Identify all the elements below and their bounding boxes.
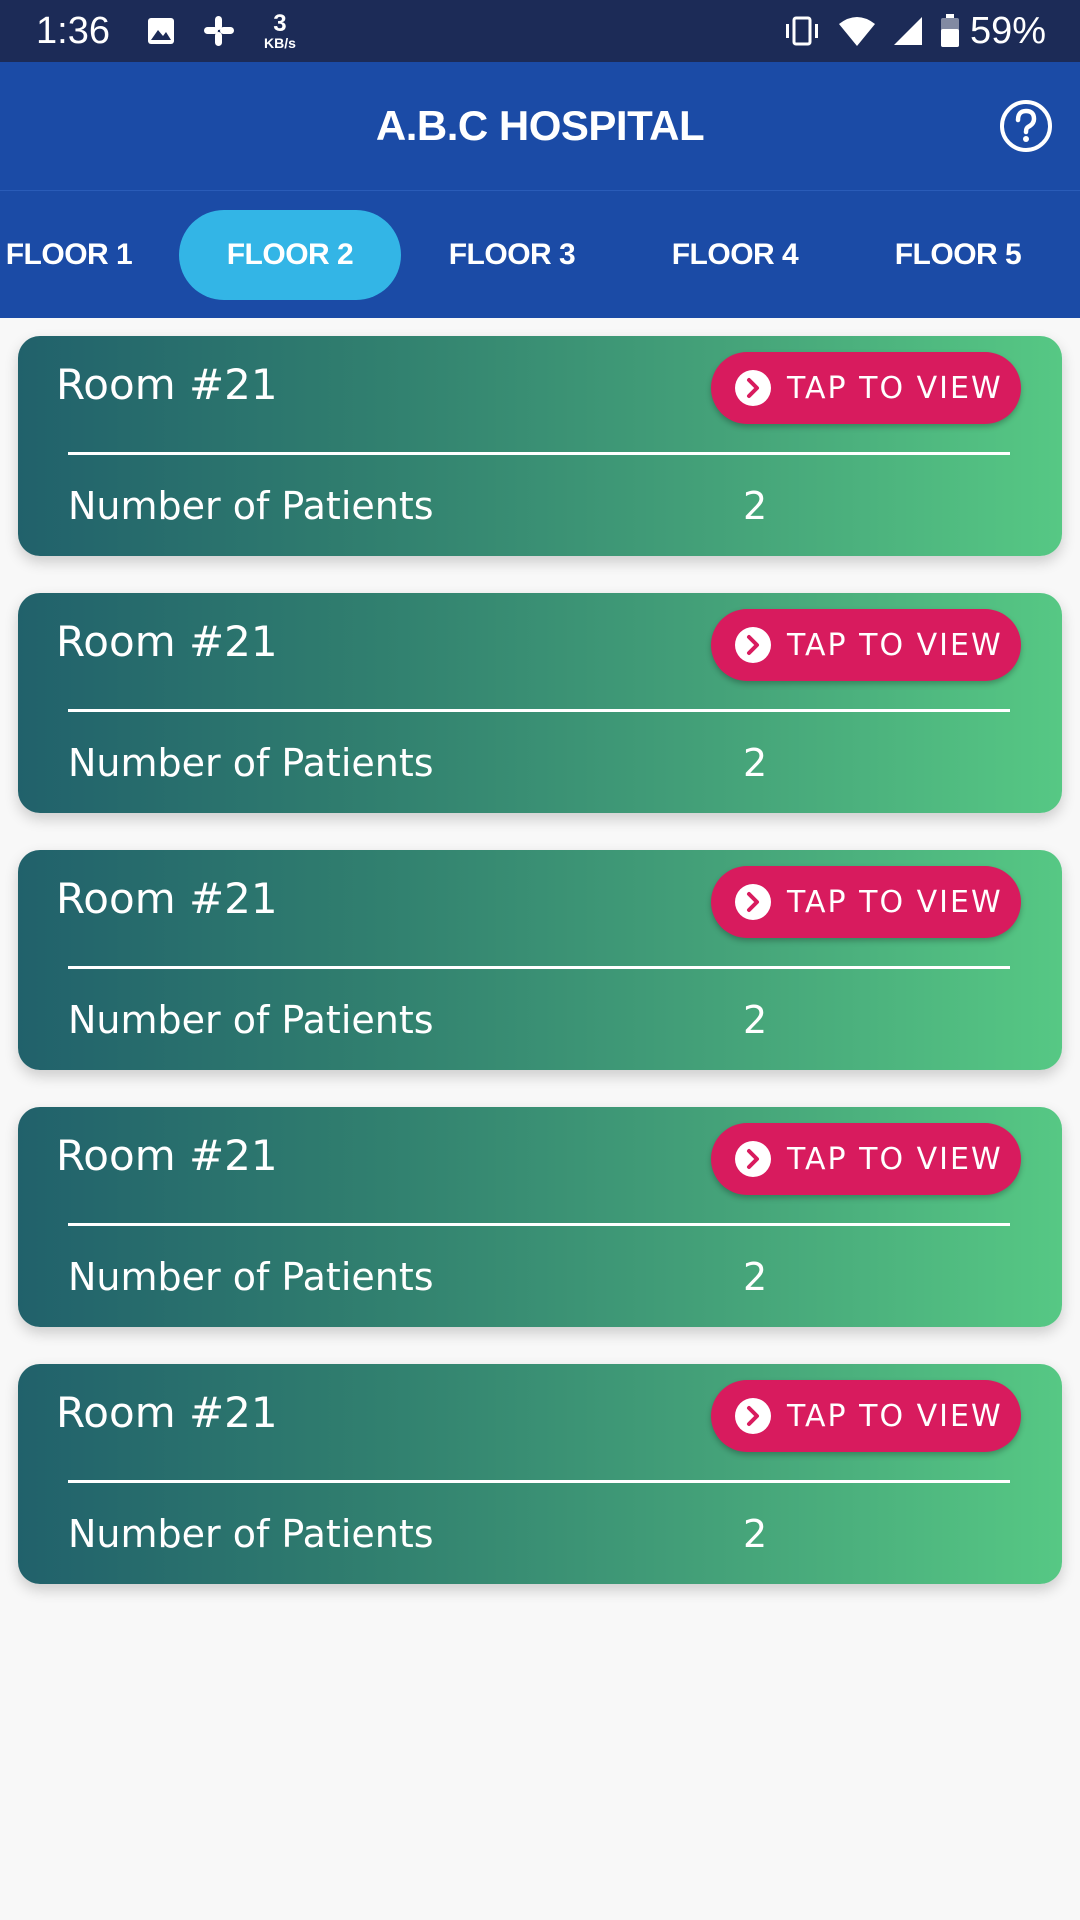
room-card: Room #21 TAP TO VIEW Number of Patients …: [18, 336, 1062, 556]
tap-to-view-button[interactable]: TAP TO VIEW: [711, 1380, 1021, 1452]
floor-tabs: FLOOR 1 FLOOR 2 FLOOR 3 FLOOR 4 FLOOR 5: [0, 190, 1080, 318]
chevron-right-circle-icon: [735, 1398, 771, 1434]
divider: [68, 709, 1010, 712]
tab-floor-5[interactable]: FLOOR 5: [847, 210, 1069, 300]
patients-label: Number of Patients: [68, 484, 434, 528]
room-title: Room #21: [56, 360, 278, 409]
chevron-right-circle-icon: [735, 1141, 771, 1177]
status-time: 1:36: [36, 9, 110, 52]
patients-label: Number of Patients: [68, 1512, 434, 1556]
room-title: Room #21: [56, 1388, 278, 1437]
divider: [68, 1480, 1010, 1483]
patients-count: 2: [743, 998, 768, 1042]
network-speed-unit: KB/s: [263, 35, 296, 51]
patients-count: 2: [743, 484, 768, 528]
battery-percent: 59%: [969, 9, 1046, 52]
chevron-right-circle-icon: [735, 370, 771, 406]
chevron-right-circle-icon: [735, 627, 771, 663]
tap-to-view-label: TAP TO VIEW: [787, 1141, 1003, 1177]
room-card: Room #21 TAP TO VIEW Number of Patients …: [18, 1107, 1062, 1327]
patients-count: 2: [743, 1512, 768, 1556]
signal-icon: [892, 15, 924, 47]
tap-to-view-label: TAP TO VIEW: [787, 884, 1003, 920]
network-speed: 3 KB/s: [263, 10, 296, 51]
status-bar: 1:36 3 KB/s 59%: [0, 0, 1080, 62]
tap-to-view-label: TAP TO VIEW: [787, 627, 1003, 663]
battery-icon: [940, 14, 960, 48]
tap-to-view-button[interactable]: TAP TO VIEW: [711, 866, 1021, 938]
app-bar: A.B.C HOSPITAL: [0, 62, 1080, 190]
tab-floor-1[interactable]: FLOOR 1: [0, 210, 180, 300]
room-title: Room #21: [56, 874, 278, 923]
tap-to-view-label: TAP TO VIEW: [787, 370, 1003, 406]
network-speed-value: 3: [273, 10, 287, 37]
help-icon[interactable]: [998, 98, 1054, 154]
patients-label: Number of Patients: [68, 998, 434, 1042]
patients-count: 2: [743, 741, 768, 785]
wifi-icon: [838, 15, 876, 47]
image-icon: [146, 16, 176, 46]
room-card: Room #21 TAP TO VIEW Number of Patients …: [18, 1364, 1062, 1584]
room-card: Room #21 TAP TO VIEW Number of Patients …: [18, 850, 1062, 1070]
room-card: Room #21 TAP TO VIEW Number of Patients …: [18, 593, 1062, 813]
tap-to-view-button[interactable]: TAP TO VIEW: [711, 1123, 1021, 1195]
patients-label: Number of Patients: [68, 741, 434, 785]
tap-to-view-label: TAP TO VIEW: [787, 1398, 1003, 1434]
slack-icon: [202, 14, 236, 48]
tab-floor-2[interactable]: FLOOR 2: [179, 210, 401, 300]
status-bar-right: 59%: [782, 10, 1046, 53]
patients-label: Number of Patients: [68, 1255, 434, 1299]
tab-floor-4[interactable]: FLOOR 4: [624, 210, 846, 300]
tab-floor-3[interactable]: FLOOR 3: [401, 210, 623, 300]
app-title: A.B.C HOSPITAL: [375, 102, 705, 149]
chevron-right-circle-icon: [735, 884, 771, 920]
room-title: Room #21: [56, 1131, 278, 1180]
patients-count: 2: [743, 1255, 768, 1299]
vibrate-icon: [782, 15, 822, 47]
divider: [68, 452, 1010, 455]
room-title: Room #21: [56, 617, 278, 666]
tap-to-view-button[interactable]: TAP TO VIEW: [711, 609, 1021, 681]
tap-to-view-button[interactable]: TAP TO VIEW: [711, 352, 1021, 424]
divider: [68, 966, 1010, 969]
status-bar-left: 1:36 3 KB/s: [36, 10, 296, 53]
divider: [68, 1223, 1010, 1226]
